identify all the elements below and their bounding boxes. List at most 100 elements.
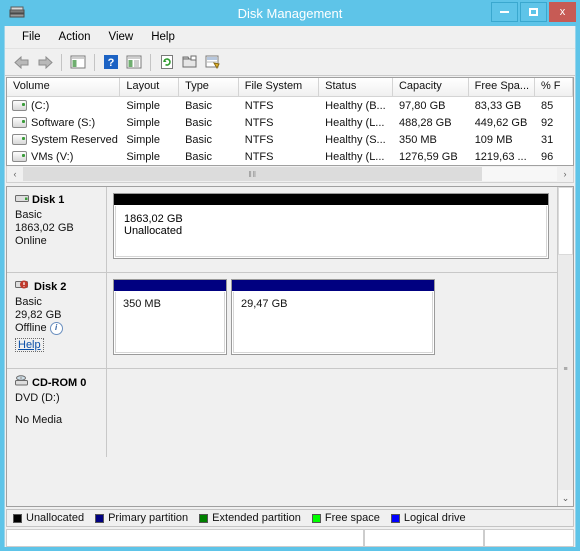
info-icon[interactable]: i (49, 322, 63, 335)
cell-capacity: 1276,59 GB (398, 150, 458, 163)
rescan-disks-icon[interactable] (202, 51, 224, 73)
cell-free-space: 1219,63 ... (474, 150, 527, 163)
partition-body: 1863,02 GB Unallocated (115, 206, 547, 257)
column-header-status[interactable]: Status (319, 78, 393, 96)
disk-info-cdrom-0[interactable]: CD-ROM 0 DVD (D:) No Media (7, 369, 107, 457)
cell-type: Basic (185, 150, 212, 163)
table-row[interactable]: System Reserved Simple Basic NTFS Health… (7, 131, 573, 148)
disk-graphic-disk-2: 350 MB 29,47 GB (107, 273, 557, 368)
back-icon[interactable] (11, 51, 33, 73)
show-hide-action-pane-icon[interactable] (123, 51, 145, 73)
status-pane-2 (364, 529, 484, 547)
cell-volume-label: Software (S:) (31, 116, 96, 129)
disk-row-disk-2[interactable]: Disk 2 Basic 29,82 GB Offline i Help 350… (7, 273, 557, 369)
legend-label: Free space (324, 512, 380, 524)
disk-size-label: 1863,02 GB (15, 222, 74, 234)
legend-label: Extended partition (212, 512, 301, 524)
cell-free-space: 449,62 GB (474, 116, 528, 129)
legend-item-logical-drive: Logical drive (390, 512, 466, 524)
disk-management-icon (8, 4, 26, 22)
disk-title-disk-2: Disk 2 (15, 279, 100, 294)
disk-size-label: 29,82 GB (15, 309, 62, 321)
table-row[interactable]: Software (S:) Simple Basic NTFS Healthy … (7, 114, 573, 131)
column-header-file-system[interactable]: File System (238, 78, 320, 96)
disk-icon (15, 193, 29, 207)
cell-status: Healthy (L... (325, 116, 385, 129)
menu-help[interactable]: Help (142, 29, 184, 45)
cell-volume: (C:) (7, 100, 120, 112)
cell-volume: VMs (V:) (7, 151, 120, 163)
partition-primary-2[interactable]: 29,47 GB (231, 279, 435, 355)
cell-capacity: 488,28 GB (398, 116, 452, 129)
minimize-button[interactable] (491, 2, 518, 22)
table-row[interactable]: (C:) Simple Basic NTFS Healthy (B... 97,… (7, 97, 573, 114)
hscroll-track[interactable]: ‖‖ (23, 167, 557, 181)
disk-title-disk-1: Disk 1 (15, 193, 100, 207)
refresh-icon[interactable] (156, 51, 178, 73)
vscroll-track[interactable]: ≡ (558, 255, 573, 490)
volume-list-hscrollbar[interactable]: ‹ ‖‖ › (6, 166, 574, 183)
cell-volume-label: VMs (V:) (31, 150, 74, 163)
disk-name-label: Disk 2 (34, 280, 67, 293)
title-bar[interactable]: Disk Management x (0, 0, 580, 26)
vscroll-grip: ≡ (563, 365, 568, 373)
legend-item-primary-partition: Primary partition (95, 512, 188, 524)
legend: Unallocated Primary partition Extended p… (6, 509, 574, 527)
partition-body: 350 MB (115, 292, 225, 353)
cell-volume: Software (S:) (7, 117, 120, 129)
cell-percent-free: 31 (540, 133, 554, 146)
graphical-view-vscrollbar[interactable]: ≡ ⌄ (557, 187, 573, 506)
forward-icon[interactable] (34, 51, 56, 73)
disk-row-cdrom-0[interactable]: CD-ROM 0 DVD (D:) No Media (7, 369, 557, 457)
svg-text:?: ? (108, 57, 115, 69)
partition-unallocated[interactable]: 1863,02 GB Unallocated (113, 193, 549, 259)
disk-row-disk-1[interactable]: Disk 1 Basic 1863,02 GB Online 1863,02 G… (7, 187, 557, 273)
status-bar (6, 529, 574, 547)
column-header-percent-free[interactable]: % F (534, 78, 573, 96)
menu-action[interactable]: Action (50, 29, 100, 45)
cell-capacity: 350 MB (398, 133, 437, 146)
cell-layout: Simple (126, 133, 160, 146)
volume-icon (12, 117, 27, 128)
column-header-volume[interactable]: Volume (7, 78, 121, 96)
disk-title-cdrom-0: CD-ROM 0 (15, 375, 100, 390)
cell-percent-free: 96 (540, 150, 554, 163)
disk-name-label: Disk 1 (32, 194, 65, 206)
legend-item-unallocated: Unallocated (13, 512, 84, 524)
help-link[interactable]: Help (15, 338, 44, 352)
partition-size-label: 350 MB (123, 298, 161, 310)
show-hide-console-tree-icon[interactable] (67, 51, 89, 73)
disk-info-disk-2[interactable]: Disk 2 Basic 29,82 GB Offline i Help (7, 273, 107, 368)
disk-graphic-disk-1: 1863,02 GB Unallocated (107, 187, 557, 272)
hscroll-thumb[interactable]: ‖‖ (23, 167, 483, 181)
volume-icon (12, 151, 27, 162)
status-pane-1 (6, 529, 364, 547)
properties-icon[interactable] (179, 51, 201, 73)
partition-primary-1[interactable]: 350 MB (113, 279, 227, 355)
column-header-layout[interactable]: Layout (120, 78, 180, 96)
menu-view[interactable]: View (100, 29, 143, 45)
legend-swatch-unallocated (13, 513, 22, 523)
menu-file[interactable]: File (13, 29, 50, 45)
column-header-capacity[interactable]: Capacity (392, 78, 469, 96)
legend-item-free-space: Free space (311, 512, 380, 524)
hscroll-right-arrow[interactable]: › (557, 167, 573, 181)
help-icon[interactable]: ? (100, 51, 122, 73)
maximize-button[interactable] (520, 2, 547, 22)
column-header-type[interactable]: Type (179, 78, 239, 96)
partition-body: 29,47 GB (233, 292, 433, 353)
close-button[interactable]: x (549, 2, 576, 22)
cell-capacity: 97,80 GB (398, 99, 446, 112)
disk-info-disk-1[interactable]: Disk 1 Basic 1863,02 GB Online (7, 187, 107, 272)
hscroll-left-arrow[interactable]: ‹ (7, 167, 23, 181)
menu-bar: File Action View Help (5, 26, 575, 49)
table-row[interactable]: VMs (V:) Simple Basic NTFS Healthy (L...… (7, 148, 573, 165)
vscroll-thumb[interactable] (558, 187, 573, 255)
partition-size-label: 1863,02 GB (124, 213, 183, 225)
toolbar-separator-3 (150, 53, 151, 71)
cell-free-space: 109 MB (474, 133, 513, 146)
column-header-free-space[interactable]: Free Spa... (468, 78, 535, 96)
hscroll-grip: ‖‖ (248, 169, 257, 179)
legend-item-extended-partition: Extended partition (199, 512, 301, 524)
vscroll-down-arrow[interactable]: ⌄ (558, 490, 573, 506)
